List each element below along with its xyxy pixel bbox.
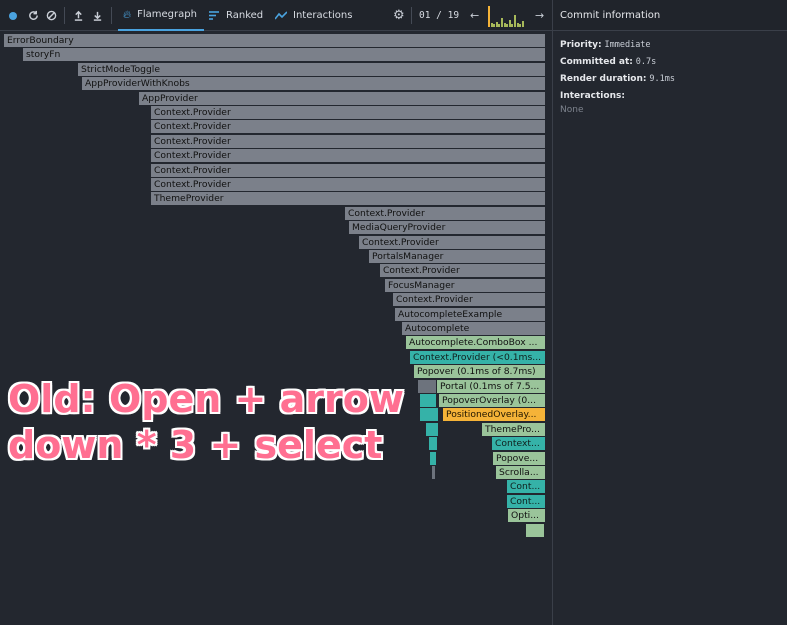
interactions-value: None bbox=[560, 105, 584, 115]
flamegraph-node[interactable]: storyFn bbox=[23, 48, 545, 62]
flame-icon: 🔥︎ bbox=[123, 7, 132, 21]
flamegraph-node[interactable]: FocusManager bbox=[385, 278, 545, 292]
flamegraph-node[interactable]: Context.Provider bbox=[151, 149, 545, 163]
toolbar-divider bbox=[64, 7, 65, 24]
gear-icon: ⚙ bbox=[393, 8, 405, 23]
flamegraph-node[interactable]: Context.Provider bbox=[151, 178, 545, 191]
load-profile-button[interactable] bbox=[73, 0, 84, 31]
prev-commit-button[interactable]: ← bbox=[470, 0, 479, 31]
committed-label: Committed at: bbox=[560, 57, 633, 67]
commit-info-title: Commit information bbox=[553, 0, 787, 31]
tab-interactions[interactable]: Interactions bbox=[275, 0, 352, 31]
commit-info-panel: Commit information Priority: Immediate C… bbox=[552, 0, 787, 625]
flamegraph-node[interactable]: Opti... bbox=[508, 509, 545, 523]
upload-icon bbox=[74, 10, 83, 21]
commit-selector-chart[interactable] bbox=[488, 6, 524, 27]
flamegraph-node-small[interactable] bbox=[526, 523, 544, 537]
profiler-toolbar: 🔥︎ Flamegraph Ranked Interactions ⚙ 01 /… bbox=[0, 0, 553, 31]
flamegraph-node[interactable]: Popove... bbox=[493, 451, 545, 465]
flamegraph-node[interactable]: Context.Provider bbox=[151, 106, 545, 119]
flamegraph-node[interactable]: Context... bbox=[492, 437, 545, 451]
reload-icon bbox=[29, 10, 38, 20]
tab-interactions-label: Interactions bbox=[293, 10, 353, 21]
annotation-text: Old: Open + arrow down * 3 + select bbox=[8, 376, 404, 468]
flamegraph-node[interactable]: PortalsManager bbox=[369, 250, 545, 263]
save-profile-button[interactable] bbox=[92, 0, 103, 31]
render-label: Render duration: bbox=[560, 74, 647, 84]
flamegraph-node[interactable]: Cont... bbox=[507, 480, 545, 494]
flamegraph-node[interactable]: Context.Provider bbox=[345, 206, 545, 220]
priority-label: Priority: bbox=[560, 40, 602, 50]
commit-position: 01 / 19 bbox=[419, 0, 459, 31]
flamegraph-node[interactable]: Cont... bbox=[507, 494, 545, 508]
flamegraph-node[interactable]: PositionedOverlay... bbox=[443, 408, 545, 422]
arrow-left-icon: ← bbox=[470, 9, 480, 22]
render-value: 9.1ms bbox=[649, 74, 675, 84]
flamegraph-node[interactable]: Context.Provider bbox=[151, 134, 545, 148]
flamegraph-node[interactable]: StrictModeToggle bbox=[78, 62, 545, 76]
flamegraph-node[interactable]: Autocomplete.ComboBox ... bbox=[406, 336, 545, 350]
flamegraph-node[interactable]: Scrolla... bbox=[496, 466, 545, 479]
record-button[interactable] bbox=[9, 0, 17, 31]
priority-row: Priority: Immediate bbox=[560, 37, 780, 54]
flamegraph-node[interactable]: ThemeProvider bbox=[151, 192, 545, 206]
flamegraph-node[interactable]: Context.Provider bbox=[393, 293, 545, 307]
interactions-label: Interactions: bbox=[560, 91, 625, 101]
tab-ranked[interactable]: Ranked bbox=[209, 0, 263, 31]
interactions-icon bbox=[275, 11, 287, 20]
record-dot-icon bbox=[9, 11, 17, 20]
flamegraph-node[interactable]: MediaQueryProvider bbox=[349, 221, 545, 235]
commit-bar[interactable] bbox=[521, 21, 524, 27]
flamegraph-node-small[interactable] bbox=[429, 437, 437, 451]
annotation-line-2: down * 3 + select bbox=[8, 423, 383, 467]
flamegraph-node[interactable]: PopoverOverlay (0... bbox=[439, 394, 545, 407]
interactions-row: Interactions: None bbox=[560, 88, 780, 116]
tab-flamegraph-label: Flamegraph bbox=[137, 9, 197, 20]
flamegraph-node[interactable]: Context.Provider bbox=[359, 235, 545, 249]
flamegraph-node[interactable]: Autocomplete bbox=[402, 322, 545, 335]
tab-flamegraph[interactable]: 🔥︎ Flamegraph bbox=[118, 0, 204, 31]
toolbar-divider bbox=[111, 7, 112, 24]
ranked-icon bbox=[209, 11, 219, 20]
committed-value: 0.7s bbox=[635, 57, 657, 67]
flamegraph-node[interactable]: Context.Provider bbox=[151, 120, 545, 134]
clear-icon bbox=[46, 10, 57, 21]
flamegraph-node-small[interactable] bbox=[432, 466, 435, 479]
arrow-right-icon: → bbox=[535, 9, 545, 22]
priority-value: Immediate bbox=[604, 40, 651, 50]
flamegraph-node[interactable]: ErrorBoundary bbox=[4, 34, 545, 47]
flamegraph-node[interactable]: Portal (0.1ms of 7.5... bbox=[437, 379, 545, 393]
flamegraph-node[interactable]: Context.Provider (<0.1ms... bbox=[410, 350, 545, 364]
flamegraph-node-small[interactable] bbox=[426, 422, 438, 436]
clear-button[interactable] bbox=[46, 0, 57, 31]
flamegraph-node[interactable]: Context.Provider bbox=[380, 264, 545, 278]
flamegraph-chart: ErrorBoundary storyFn StrictModeToggle AppP… bbox=[4, 34, 549, 625]
reload-button[interactable] bbox=[28, 0, 39, 31]
commit-position-text: 01 / 19 bbox=[419, 10, 460, 21]
toolbar-divider bbox=[411, 7, 412, 24]
flamegraph-node[interactable]: Context.Provider bbox=[151, 163, 545, 177]
commit-info-body: Priority: Immediate Committed at: 0.7s R… bbox=[553, 31, 787, 122]
flamegraph-node[interactable]: ThemePro... bbox=[482, 422, 545, 436]
flamegraph-node[interactable]: AppProvider bbox=[139, 91, 545, 105]
flamegraph-node-small[interactable] bbox=[420, 408, 438, 422]
tab-ranked-label: Ranked bbox=[226, 10, 264, 21]
settings-button[interactable]: ⚙ bbox=[393, 0, 405, 31]
download-icon bbox=[93, 11, 102, 21]
flamegraph-node-small[interactable] bbox=[430, 451, 436, 465]
flamegraph-node[interactable]: AppProviderWithKnobs bbox=[82, 77, 545, 91]
flamegraph-node-small[interactable] bbox=[418, 379, 436, 393]
annotation-line-1: Old: Open + arrow bbox=[8, 377, 404, 421]
next-commit-button[interactable]: → bbox=[535, 0, 544, 31]
flamegraph-node[interactable]: Popover (0.1ms of 8.7ms) bbox=[414, 365, 545, 379]
flamegraph-node-small[interactable] bbox=[420, 394, 436, 407]
committed-row: Committed at: 0.7s bbox=[560, 54, 780, 71]
render-row: Render duration: 9.1ms bbox=[560, 71, 780, 88]
flamegraph-node[interactable]: AutocompleteExample bbox=[395, 307, 545, 321]
